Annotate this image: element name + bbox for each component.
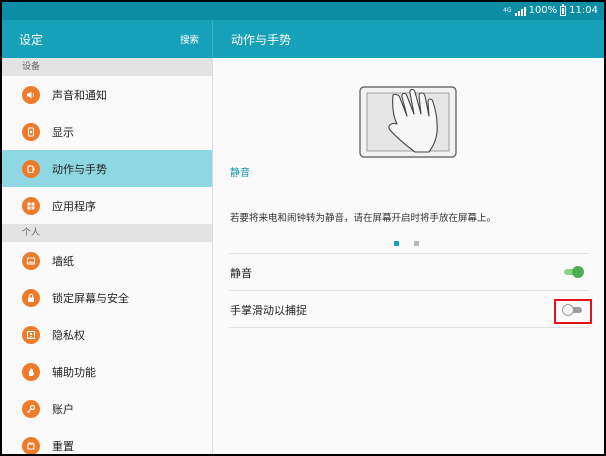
setting-label: 手掌滑动以捕捉: [230, 304, 307, 317]
page-title: 动作与手势: [231, 33, 292, 47]
signal-icon: [514, 6, 526, 16]
clock: 11:04: [569, 5, 598, 16]
motion-icon: [22, 159, 40, 178]
reset-icon: [22, 436, 40, 454]
section-header-device: 设备: [2, 58, 212, 76]
pagination-dots: [394, 241, 419, 246]
sidebar-item-label: 声音和通知: [52, 88, 107, 102]
sidebar-item-accounts[interactable]: 账户: [2, 390, 212, 427]
volume-icon: [22, 85, 40, 104]
demo-title: 静音: [230, 168, 250, 179]
hand-icon: [22, 362, 40, 381]
settings-header: 设定 搜索: [2, 20, 212, 58]
settings-title: 设定: [19, 33, 44, 47]
sidebar-item-label: 辅助功能: [52, 365, 96, 379]
section-header-personal: 个人: [2, 224, 212, 242]
screen: 4G 100% 11:04 设定 搜索 动作与手势 设备 声音和通知 显示 动作…: [2, 2, 604, 454]
sidebar-item-reset[interactable]: 重置: [2, 427, 212, 454]
status-bar: 4G 100% 11:04: [2, 2, 604, 20]
network-type: 4G: [503, 7, 512, 14]
divider: [229, 327, 589, 328]
sidebar-item-display[interactable]: 显示: [2, 113, 212, 150]
lock-icon: [22, 288, 40, 307]
detail-header: 动作与手势: [213, 20, 604, 58]
wallpaper-icon: [22, 251, 40, 270]
sidebar-item-label: 重置: [52, 439, 74, 453]
page-dot-2[interactable]: [414, 241, 419, 246]
apps-icon: [22, 196, 40, 215]
divider: [229, 290, 589, 291]
sidebar-item-sound[interactable]: 声音和通知: [2, 76, 212, 113]
sidebar-item-wallpaper[interactable]: 墙纸: [2, 242, 212, 279]
sidebar-item-label: 动作与手势: [52, 162, 107, 176]
sidebar-item-label: 显示: [52, 125, 74, 139]
key-icon: [22, 399, 40, 418]
settings-sidebar: 设备 声音和通知 显示 动作与手势 应用程序 个人 墙纸 锁定屏幕与安全 隐私权…: [2, 58, 212, 454]
battery-percent: 100%: [528, 5, 558, 16]
highlight-box: [554, 299, 592, 324]
sidebar-item-apps[interactable]: 应用程序: [2, 187, 212, 224]
display-icon: [22, 122, 40, 141]
sidebar-item-motion[interactable]: 动作与手势: [2, 150, 212, 187]
sidebar-item-accessibility[interactable]: 辅助功能: [2, 353, 212, 390]
setting-label: 静音: [230, 267, 252, 280]
silent-toggle[interactable]: [562, 265, 584, 279]
search-button[interactable]: 搜索: [180, 32, 199, 46]
demo-description: 若要将来电和闹钟转为静音，请在屏幕开启时将手放在屏幕上。: [230, 213, 497, 224]
sidebar-item-privacy[interactable]: 隐私权: [2, 316, 212, 353]
sidebar-item-lock-security[interactable]: 锁定屏幕与安全: [2, 279, 212, 316]
sidebar-item-label: 墙纸: [52, 254, 74, 268]
page-dot-1[interactable]: [394, 241, 399, 246]
sidebar-item-label: 账户: [52, 402, 74, 416]
sidebar-item-label: 应用程序: [52, 199, 96, 213]
battery-icon: [560, 4, 567, 16]
sidebar-item-label: 隐私权: [52, 328, 85, 342]
divider: [229, 253, 589, 254]
sidebar-item-label: 锁定屏幕与安全: [52, 291, 129, 305]
palm-over-tablet-icon: [359, 86, 457, 158]
motion-detail-panel: 静音 若要将来电和闹钟转为静音，请在屏幕开启时将手放在屏幕上。 静音 手掌滑动以…: [213, 58, 604, 454]
privacy-icon: [22, 325, 40, 344]
